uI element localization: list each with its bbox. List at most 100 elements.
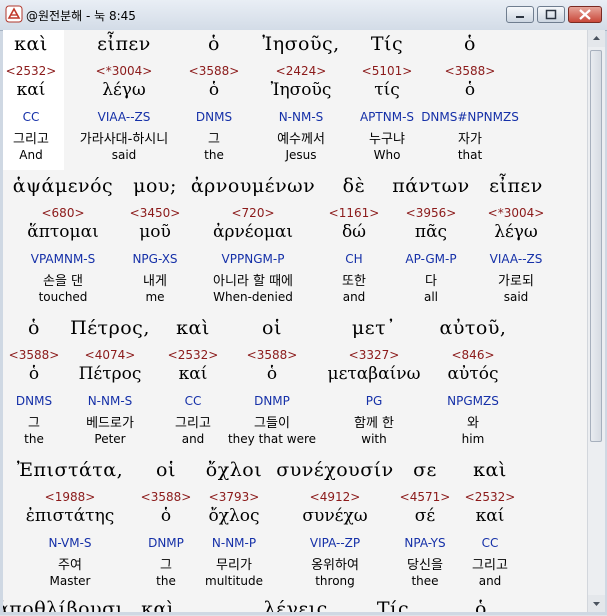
word-greek[interactable]: καὶ	[14, 33, 48, 55]
word-lexeme: σέ	[414, 506, 436, 526]
word-greek[interactable]: ὁ	[475, 598, 487, 612]
word-strong: <4074>	[84, 348, 136, 362]
word-korean: 당신을	[407, 558, 443, 573]
title-bar[interactable]: @원전분해 - 눅 8:45	[0, 0, 607, 31]
scroll-up-button[interactable]	[588, 30, 605, 47]
minimize-icon	[516, 16, 524, 18]
word-greek[interactable]: οἱ	[156, 459, 176, 481]
word-lexeme: ἐπιστάτης	[25, 506, 115, 526]
word-greek[interactable]: ὁ	[28, 317, 40, 339]
word-greek[interactable]: Πέτρος,	[70, 317, 150, 339]
word-english: thee	[411, 574, 439, 588]
word-morph: APTNM-S	[359, 110, 415, 124]
word-strong: <2532>	[167, 348, 219, 362]
word-strong: <3956>	[405, 206, 457, 220]
word-korean: 그들이	[254, 416, 290, 431]
word-morph: VIAA--ZS	[489, 252, 543, 266]
word-strong: <3588>	[444, 64, 496, 78]
word-greek[interactable]: οἱ	[262, 317, 282, 339]
word-greek[interactable]: καὶ	[176, 317, 210, 339]
word-greek[interactable]: ἀποθλίβουσι,	[3, 598, 130, 612]
word-english: the	[204, 148, 224, 162]
analysis-view[interactable]: καὶ <2532> καί CC 그리고 And εἶπεν <*3004> λέγω VIAA…	[3, 30, 587, 612]
maximize-button[interactable]	[537, 6, 565, 23]
chevron-down-icon	[593, 602, 600, 606]
word-strong: <2532>	[464, 490, 516, 504]
word-greek[interactable]: συνέχουσίν	[276, 459, 393, 481]
word-english: said	[503, 290, 529, 304]
word-lexeme: λέγω	[494, 222, 538, 242]
word-lexeme: ὁ	[208, 80, 220, 100]
word-morph: NPA-YS	[404, 536, 446, 550]
word-morph: DNMP	[148, 536, 184, 550]
word-strong: <*3004>	[487, 206, 545, 220]
word-greek[interactable]: μου;	[133, 175, 177, 197]
word-strong: <3327>	[348, 348, 400, 362]
word-greek[interactable]: ὄχλοι	[206, 459, 262, 481]
word-morph: CC	[22, 110, 40, 124]
word-greek[interactable]: μετ᾽	[352, 317, 396, 339]
app-window: @원전분해 - 눅 8:45 καὶ <2532> καί CC 그리고 And εἶπεν…	[0, 0, 607, 615]
word-greek[interactable]: ἀρνουμένων	[191, 175, 315, 197]
word-greek[interactable]: εἶπεν	[489, 175, 543, 197]
minimize-button[interactable]	[506, 6, 534, 23]
word-greek[interactable]: Ἰησοῦς,	[262, 33, 339, 55]
word-greek[interactable]: εἶπεν	[97, 33, 151, 55]
word-strong: <4912>	[309, 490, 361, 504]
word-lexeme: αὐτός	[447, 364, 499, 384]
word-morph: N-NM-P	[211, 536, 257, 550]
word-strong: <3793>	[208, 490, 260, 504]
word-greek[interactable]: Τίς	[377, 598, 409, 612]
word-greek[interactable]: ὁ	[208, 33, 220, 55]
scroll-down-button[interactable]	[588, 595, 605, 612]
word-greek[interactable]: ἁψάμενός	[13, 175, 113, 197]
close-button[interactable]	[568, 6, 602, 23]
word-morph: CC	[481, 536, 499, 550]
word-strong: <720>	[231, 206, 275, 220]
word-english: When-denied	[213, 290, 293, 304]
word-morph: VIPA--ZP	[309, 536, 361, 550]
word-english: and	[342, 290, 366, 304]
word-greek[interactable]: αὐτοῦ,	[440, 317, 507, 339]
word-morph: N-NM-S	[87, 394, 133, 408]
word-lexeme: συνέχω	[302, 506, 368, 526]
word-morph: AP-GM-P	[405, 252, 457, 266]
word-strong: <2532>	[5, 64, 57, 78]
word-english: and	[181, 432, 205, 446]
word-lexeme: ὁ	[160, 506, 172, 526]
word-greek[interactable]: σε	[413, 459, 437, 481]
word-english: they that were	[227, 432, 317, 446]
word-greek[interactable]: καὶ	[141, 598, 175, 612]
word-morph: N-NM-S	[278, 110, 324, 124]
word-english: Jesus	[285, 148, 317, 162]
word-strong: <2424>	[275, 64, 327, 78]
word-korean: 그리고	[472, 558, 508, 573]
word-lexeme: Πέτρος	[78, 364, 142, 384]
word-strong: <1988>	[44, 490, 96, 504]
word-greek[interactable]: δὲ	[343, 175, 366, 197]
word-morph: NPGMZS	[447, 394, 499, 408]
word-greek[interactable]: πάντων	[392, 175, 469, 197]
word-morph: VPPNGM-P	[221, 252, 285, 266]
word-english: all	[423, 290, 439, 304]
word-greek[interactable]: Ἐπιστάτα,	[17, 459, 123, 481]
word-morph: VPAMNM-S	[30, 252, 96, 266]
word-korean: 그리고	[175, 416, 211, 431]
word-korean: 다	[425, 274, 437, 289]
word-lexeme: πᾶς	[414, 222, 448, 242]
word-english: the	[24, 432, 44, 446]
word-greek[interactable]: λέγεις,	[264, 598, 335, 612]
word-lexeme: ὁ	[28, 364, 40, 384]
word-greek[interactable]: καὶ	[473, 459, 507, 481]
scroll-thumb[interactable]	[590, 50, 602, 442]
word-english: said	[111, 148, 137, 162]
word-korean: 그	[208, 132, 220, 147]
word-greek[interactable]: ὁ	[464, 33, 476, 55]
word-morph: DNMS#NPNMZS	[421, 110, 519, 124]
word-korean: 자가	[458, 132, 482, 147]
vertical-scrollbar[interactable]	[587, 30, 605, 612]
word-strong: <3450>	[129, 206, 181, 220]
word-english: and	[478, 574, 502, 588]
word-english: me	[145, 290, 165, 304]
word-greek[interactable]: Τίς	[371, 33, 403, 55]
